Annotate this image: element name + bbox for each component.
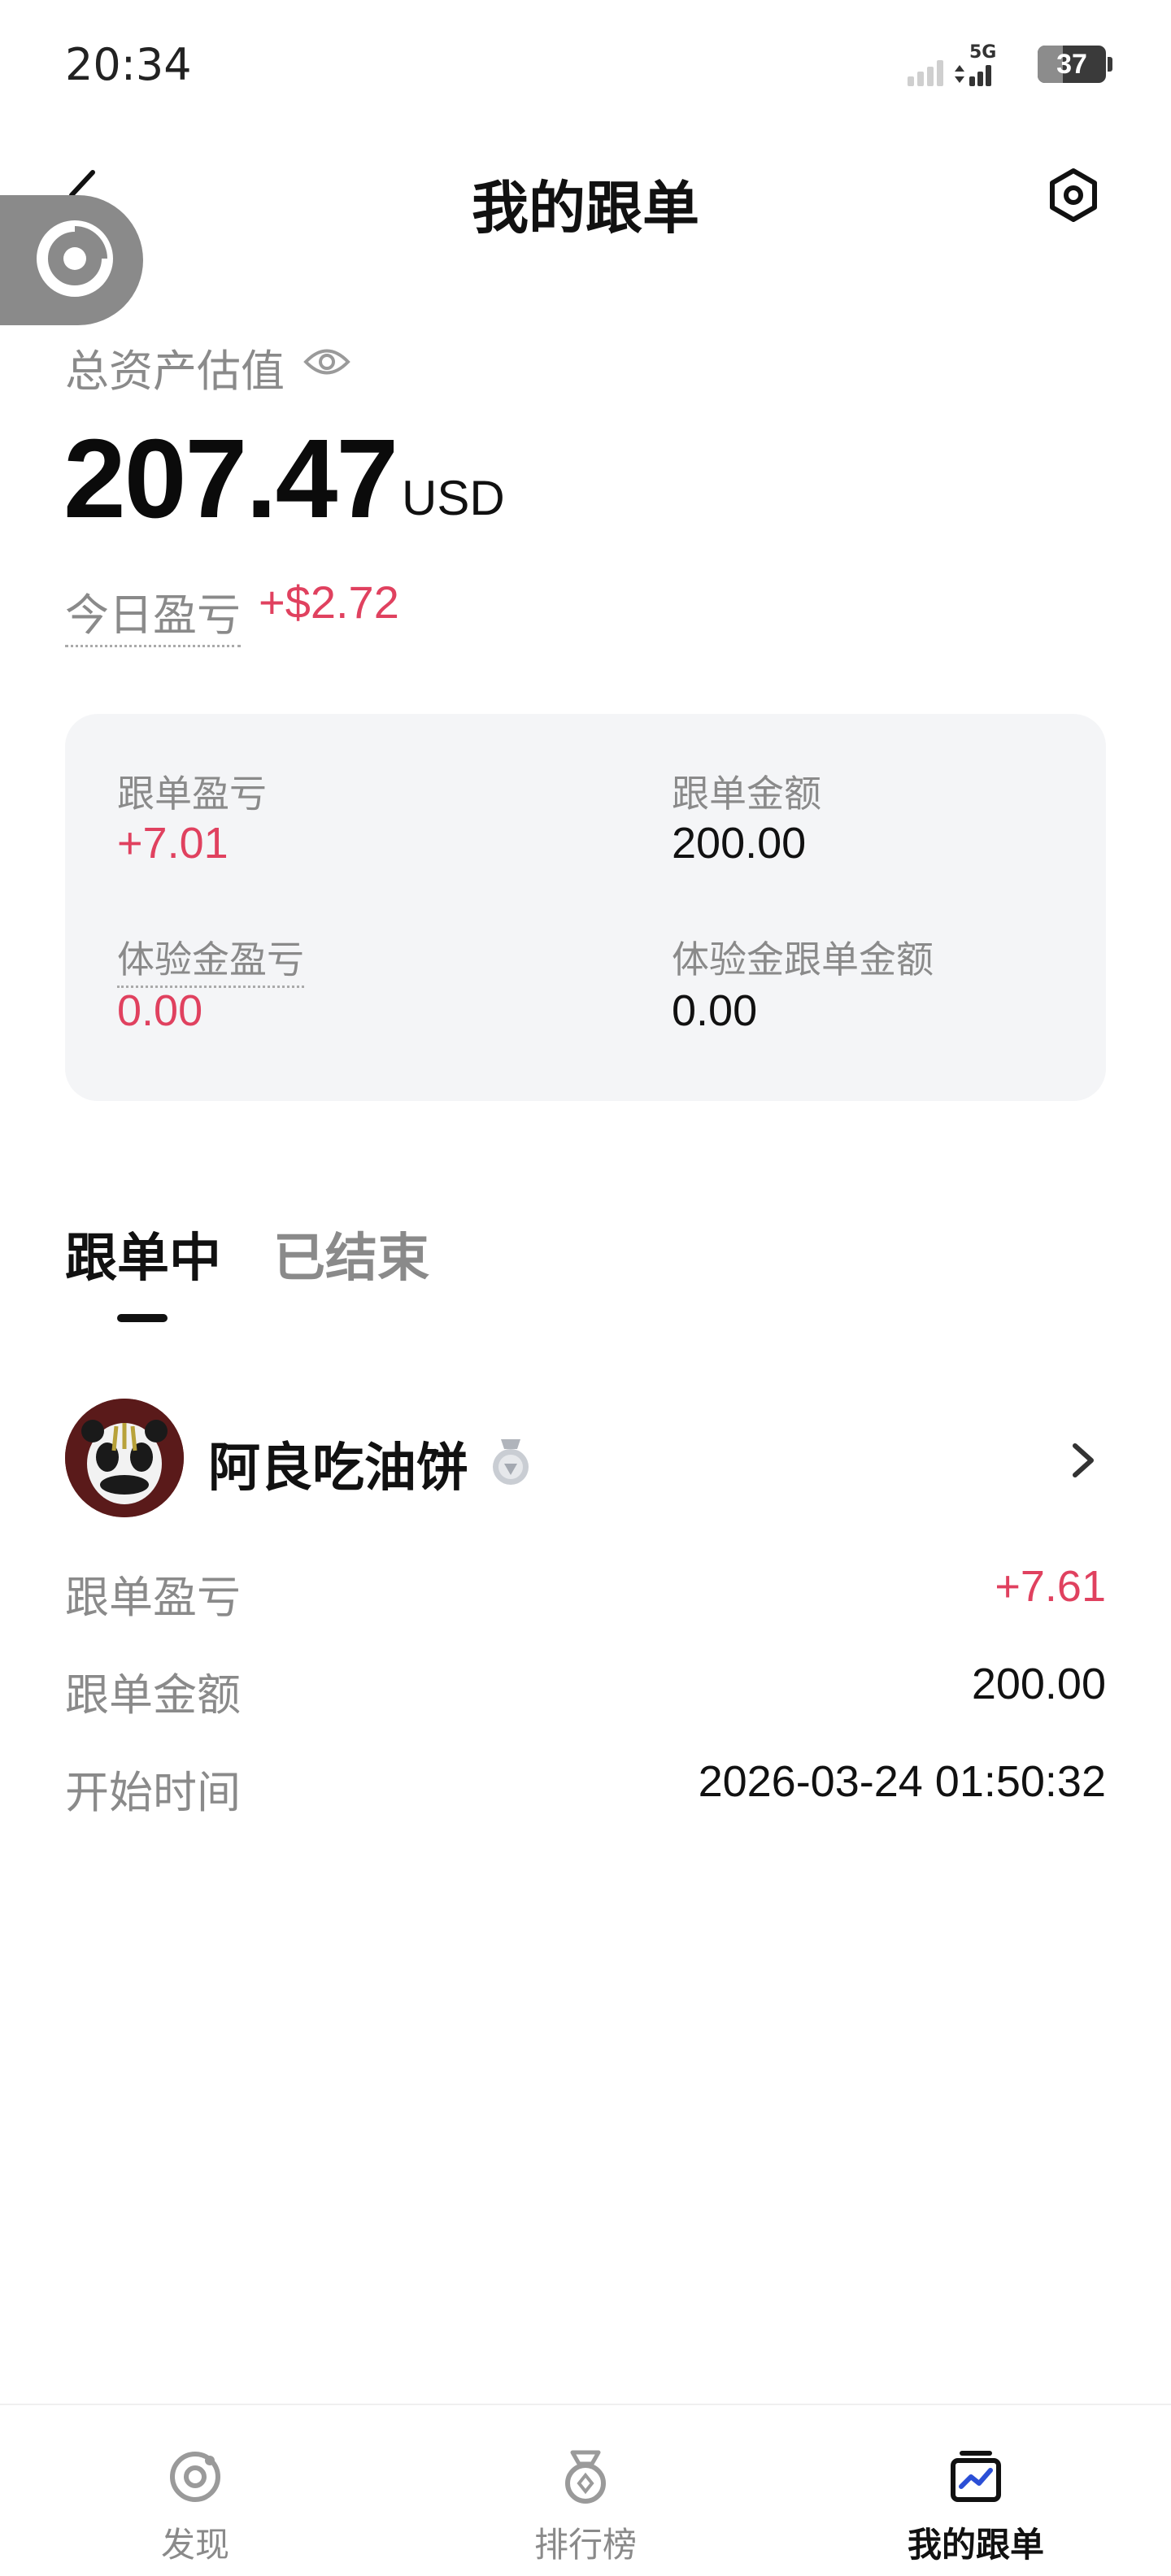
- my-copy-trading-icon: [951, 2451, 1001, 2502]
- nav-label-my-copy-trading: 我的跟单: [907, 2525, 1044, 2565]
- trader-pnl-value: +7.61: [995, 1562, 1106, 1611]
- page-title: 我的跟单: [472, 175, 699, 242]
- status-time: 20:34: [65, 39, 192, 90]
- nav-label-ranking: 排行榜: [533, 2525, 637, 2565]
- total-assets-label: 总资产估值: [65, 346, 285, 397]
- pie-chart-icon: [37, 220, 113, 297]
- copy-pnl-label: 跟单盈亏: [117, 772, 267, 816]
- floating-assistant-button[interactable]: [0, 195, 143, 325]
- today-pnl-label[interactable]: 今日盈亏: [65, 579, 241, 647]
- start-time-label: 开始时间: [65, 1767, 241, 1818]
- total-assets-value: 207.47: [63, 416, 398, 542]
- trader-amount-label: 跟单金额: [65, 1669, 241, 1721]
- battery-cap: [1108, 57, 1112, 72]
- trial-pnl-value: 0.00: [117, 986, 203, 1035]
- trial-pnl-label[interactable]: 体验金盈亏: [117, 930, 304, 988]
- battery-percent: 37: [1056, 49, 1087, 80]
- eye-icon[interactable]: [303, 342, 351, 382]
- trader-pnl-label: 跟单盈亏: [65, 1572, 241, 1623]
- nav-item-discover[interactable]: 发现: [0, 2405, 390, 2576]
- trader-name: 阿良吃油饼: [208, 1438, 468, 1499]
- total-assets-unit: USD: [402, 471, 505, 525]
- discover-icon: [170, 2452, 220, 2502]
- chevron-right-icon[interactable]: [1062, 1436, 1103, 1485]
- trial-amount-label: 体验金跟单金额: [672, 938, 934, 981]
- ranking-medal-icon: [565, 2450, 606, 2504]
- tab-following[interactable]: 跟单中: [65, 1216, 221, 1291]
- nav-item-my-copy-trading[interactable]: 我的跟单: [781, 2405, 1171, 2576]
- copy-amount-label: 跟单金额: [672, 772, 821, 816]
- trader-row[interactable]: 阿良吃油饼: [65, 1399, 1106, 1521]
- tab-active-indicator: [117, 1314, 168, 1322]
- silver-medal-icon: [493, 1439, 529, 1485]
- today-pnl-value: +$2.72: [259, 577, 399, 628]
- start-time-value: 2026-03-24 01:50:32: [698, 1757, 1106, 1806]
- network-type: 5G: [969, 42, 997, 63]
- copy-pnl-value: +7.01: [117, 819, 229, 868]
- tab-ended[interactable]: 已结束: [273, 1216, 429, 1291]
- trader-avatar: [65, 1399, 184, 1517]
- summary-card: 跟单盈亏 +7.01 跟单金额 200.00 体验金盈亏 0.00 体验金跟单金…: [65, 714, 1106, 1101]
- trader-amount-value: 200.00: [971, 1660, 1106, 1708]
- settings-icon[interactable]: [1041, 163, 1106, 228]
- trial-amount-value: 0.00: [672, 986, 758, 1035]
- nav-label-discover: 发现: [160, 2525, 229, 2565]
- bottom-nav: 发现 排行榜 我的跟单: [0, 2404, 1171, 2576]
- battery-icon: 37: [1038, 46, 1106, 83]
- copy-amount-value: 200.00: [672, 819, 807, 868]
- nav-item-ranking[interactable]: 排行榜: [390, 2405, 781, 2576]
